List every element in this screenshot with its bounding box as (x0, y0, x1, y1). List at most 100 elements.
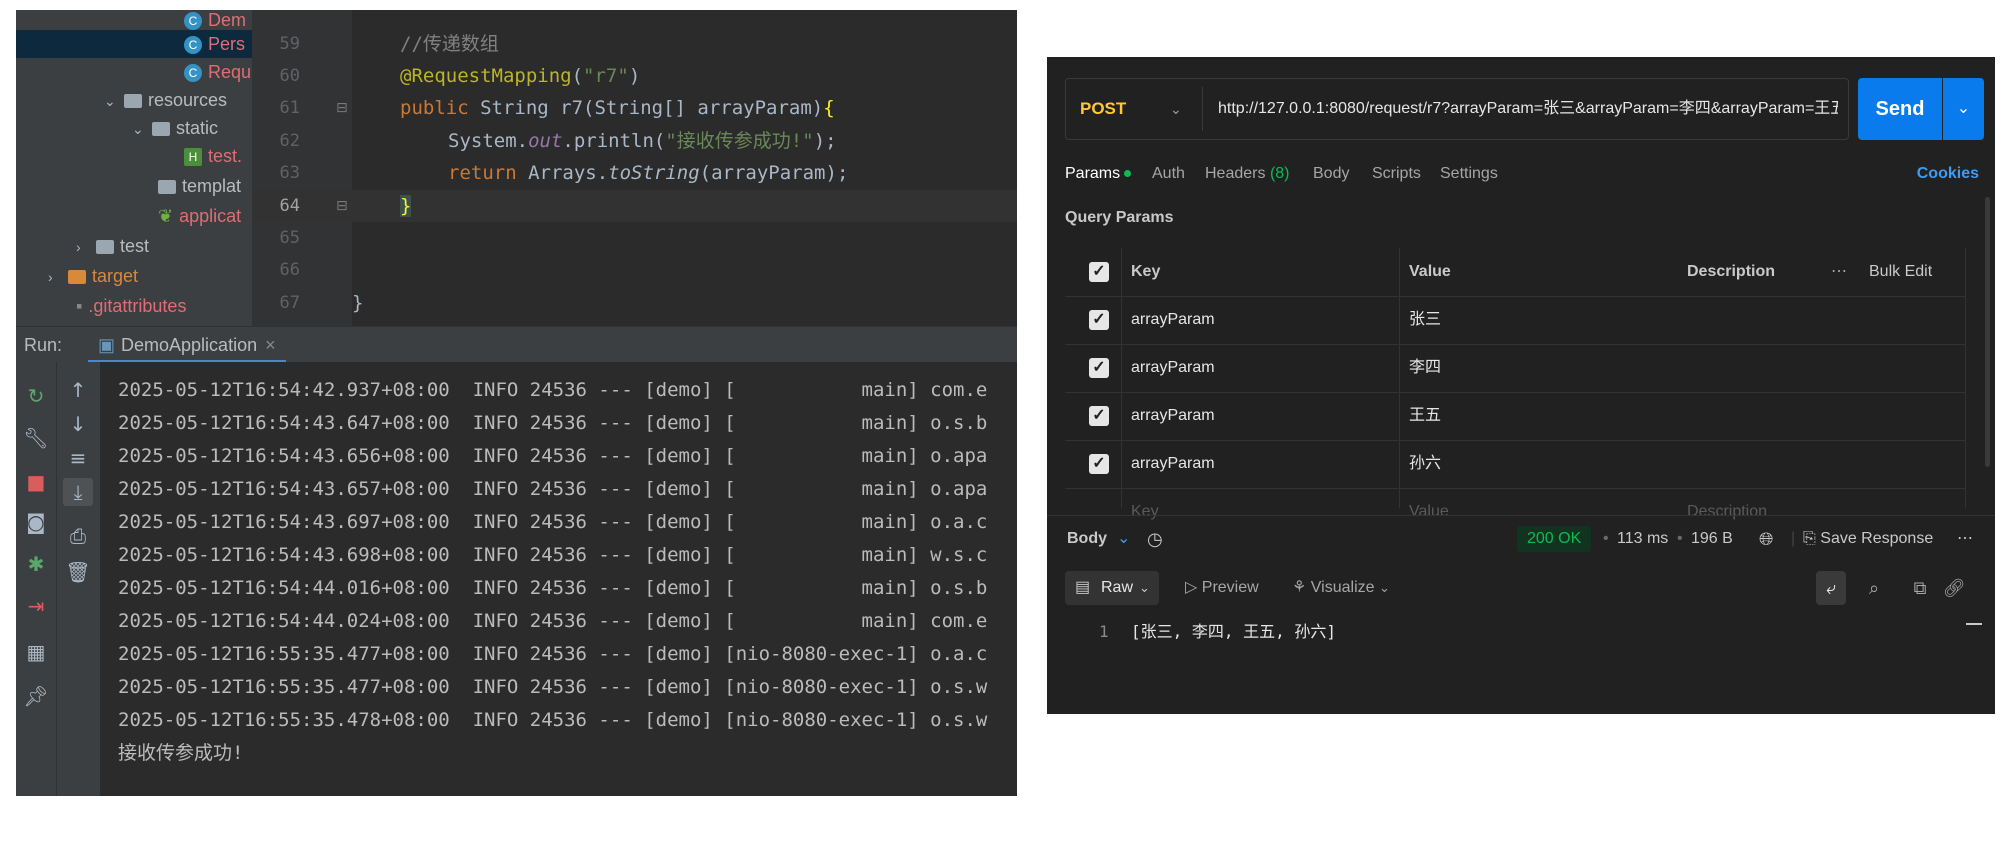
tree-item-person[interactable]: C Pers (16, 30, 252, 58)
table-header-row: ✓ Key Value Description ⋯ Bulk Edit (1065, 248, 1966, 297)
code-line-61[interactable]: public String r7(String[] arrayParam){ (400, 92, 835, 124)
tree-item-application[interactable]: ❦ applicat (158, 202, 241, 230)
response-body[interactable]: [张三, 李四, 王五, 孙六] (1131, 620, 1336, 644)
more-icon[interactable]: ⋯ (1831, 248, 1847, 296)
param-value[interactable]: 李四 (1409, 344, 1441, 392)
pin-icon[interactable]: 📌︎ (21, 682, 51, 710)
code-line-62[interactable]: System.out.println("接收传参成功!"); (448, 125, 837, 157)
close-icon[interactable]: × (265, 335, 276, 355)
soft-wrap-icon[interactable]: ≡ (63, 444, 93, 472)
code-line-63[interactable]: return Arrays.toString(arrayParam); (448, 157, 848, 189)
column-header-key: Key (1131, 263, 1161, 280)
cookies-link[interactable]: Cookies (1917, 162, 1979, 186)
row-checkbox[interactable]: ✓ (1089, 358, 1109, 378)
param-value[interactable]: 王五 (1409, 392, 1441, 440)
tree-item-test-html[interactable]: Htest. (184, 142, 242, 170)
fold-marker-icon[interactable]: ⊟ (336, 198, 348, 214)
chevron-down-icon: ⌄ (104, 93, 116, 109)
code-line-64[interactable]: } (400, 190, 412, 222)
chevron-down-icon[interactable]: ⌄ (1170, 79, 1182, 139)
tree-item-test[interactable]: › test (76, 232, 149, 260)
class-icon: C (184, 64, 202, 83)
arrow-down-icon[interactable]: ↓ (63, 410, 93, 438)
row-checkbox[interactable]: ✓ (1089, 406, 1109, 426)
folder-icon (158, 180, 176, 195)
visualize-tab[interactable]: ⚘ Visualize ⌄ (1292, 571, 1390, 605)
select-all-checkbox[interactable]: ✓ (1089, 262, 1109, 282)
column-header-description: Description (1687, 263, 1776, 280)
divider (1202, 87, 1203, 131)
folder-icon (124, 94, 142, 109)
send-button[interactable]: Send (1858, 78, 1942, 140)
param-key[interactable]: arrayParam (1131, 344, 1215, 392)
divider: | (1791, 530, 1796, 547)
scrollbar[interactable] (1985, 197, 1990, 467)
run-tab-demoapplication[interactable]: ▣ DemoApplication × (88, 327, 286, 363)
bulk-edit-button[interactable]: Bulk Edit (1869, 248, 1932, 296)
wrench-icon[interactable]: 🔧︎ (21, 424, 51, 452)
html-file-icon: H (184, 148, 202, 167)
tree-item-static[interactable]: ⌄ static (132, 114, 218, 142)
history-icon[interactable]: ◷ (1147, 516, 1163, 562)
tab-headers[interactable]: Headers (8) (1205, 162, 1290, 186)
url-input[interactable]: http://127.0.0.1:8080/request/r7?arrayPa… (1218, 79, 1838, 139)
tab-body[interactable]: Body (1313, 162, 1349, 186)
chevron-down-icon: ⌄ (1956, 100, 1971, 117)
stop-icon[interactable]: ■ (21, 468, 51, 496)
tree-item-templates[interactable]: templat (158, 172, 241, 200)
debug-icon[interactable]: ✱ (21, 550, 51, 578)
method-select[interactable]: POST (1080, 79, 1126, 139)
param-key[interactable]: arrayParam (1131, 296, 1215, 344)
scroll-to-end-icon[interactable]: ⤓ (63, 478, 93, 506)
response-time[interactable]: 113 ms (1617, 516, 1668, 562)
tree-item-target[interactable]: › target (48, 262, 138, 290)
code-line-60[interactable]: @RequestMapping("r7") (400, 60, 640, 92)
rerun-icon[interactable]: ↻ (21, 382, 51, 410)
tab-settings[interactable]: Settings (1440, 162, 1498, 186)
link-icon[interactable]: 🔗︎ (1939, 571, 1969, 605)
copy-icon[interactable]: ⧉ (1905, 571, 1935, 605)
tree-item-resources[interactable]: ⌄ resources (104, 86, 227, 114)
line-number: 66 (279, 260, 300, 280)
fold-marker-icon[interactable]: ⊟ (336, 100, 348, 116)
format-select[interactable]: ▤ Raw ⌄ (1065, 571, 1159, 605)
run-left-toolbar: ↻ 🔧︎ ■ ◙ ✱ ⇥ ▦ 📌︎ (16, 362, 56, 796)
request-url-bar: POST ⌄ http://127.0.0.1:8080/request/r7?… (1065, 78, 1849, 140)
response-body-tab[interactable]: Body (1067, 516, 1107, 562)
trash-icon[interactable]: 🗑︎ (63, 558, 93, 586)
tab-params[interactable]: Params (1065, 162, 1132, 186)
print-icon[interactable]: ⎙ (63, 522, 93, 550)
status-badge[interactable]: 200 OK (1517, 526, 1592, 552)
code-line-59[interactable]: //传递数组 (400, 28, 499, 60)
tree-item-gitattributes[interactable]: ▪ .gitattributes (76, 292, 186, 320)
row-checkbox[interactable]: ✓ (1089, 454, 1109, 474)
param-key[interactable]: arrayParam (1131, 392, 1215, 440)
arrow-up-icon[interactable]: ↑ (63, 376, 93, 404)
param-value[interactable]: 张三 (1409, 296, 1441, 344)
more-icon[interactable]: ⋯ (1957, 516, 1973, 562)
tab-scripts[interactable]: Scripts (1372, 162, 1421, 186)
globe-icon[interactable]: 🌐︎ (1759, 516, 1773, 562)
row-checkbox[interactable]: ✓ (1089, 310, 1109, 330)
log-line: 2025-05-12T16:54:44.024+08:00 INFO 24536… (118, 610, 988, 632)
code-line-67[interactable]: } (352, 287, 363, 319)
param-key[interactable]: arrayParam (1131, 440, 1215, 488)
line-number: 60 (279, 66, 300, 86)
param-value[interactable]: 孙六 (1409, 440, 1441, 488)
log-line: 2025-05-12T16:54:43.656+08:00 INFO 24536… (118, 445, 988, 467)
save-response-button[interactable]: ⎘ Save Response (1803, 516, 1933, 562)
log-line: 2025-05-12T16:54:43.657+08:00 INFO 24536… (118, 478, 988, 500)
query-params-table: ✓ Key Value Description ⋯ Bulk Edit ✓ ar… (1065, 248, 1966, 520)
tab-auth[interactable]: Auth (1152, 162, 1185, 186)
chevron-down-icon[interactable]: ⌄ (1117, 516, 1130, 562)
exit-icon[interactable]: ⇥ (21, 592, 51, 620)
send-options-button[interactable]: ⌄ (1943, 78, 1984, 140)
response-size[interactable]: 196 B (1691, 516, 1733, 562)
search-icon[interactable]: ⌕ (1859, 571, 1889, 605)
preview-tab[interactable]: ▷ Preview (1185, 571, 1259, 605)
layout-icon[interactable]: ▦ (21, 638, 51, 666)
tree-item-request[interactable]: C Requ (184, 58, 251, 86)
wrap-lines-icon[interactable]: ⤶ (1816, 571, 1846, 605)
camera-icon[interactable]: ◙ (21, 508, 51, 536)
class-icon: C (184, 12, 202, 31)
